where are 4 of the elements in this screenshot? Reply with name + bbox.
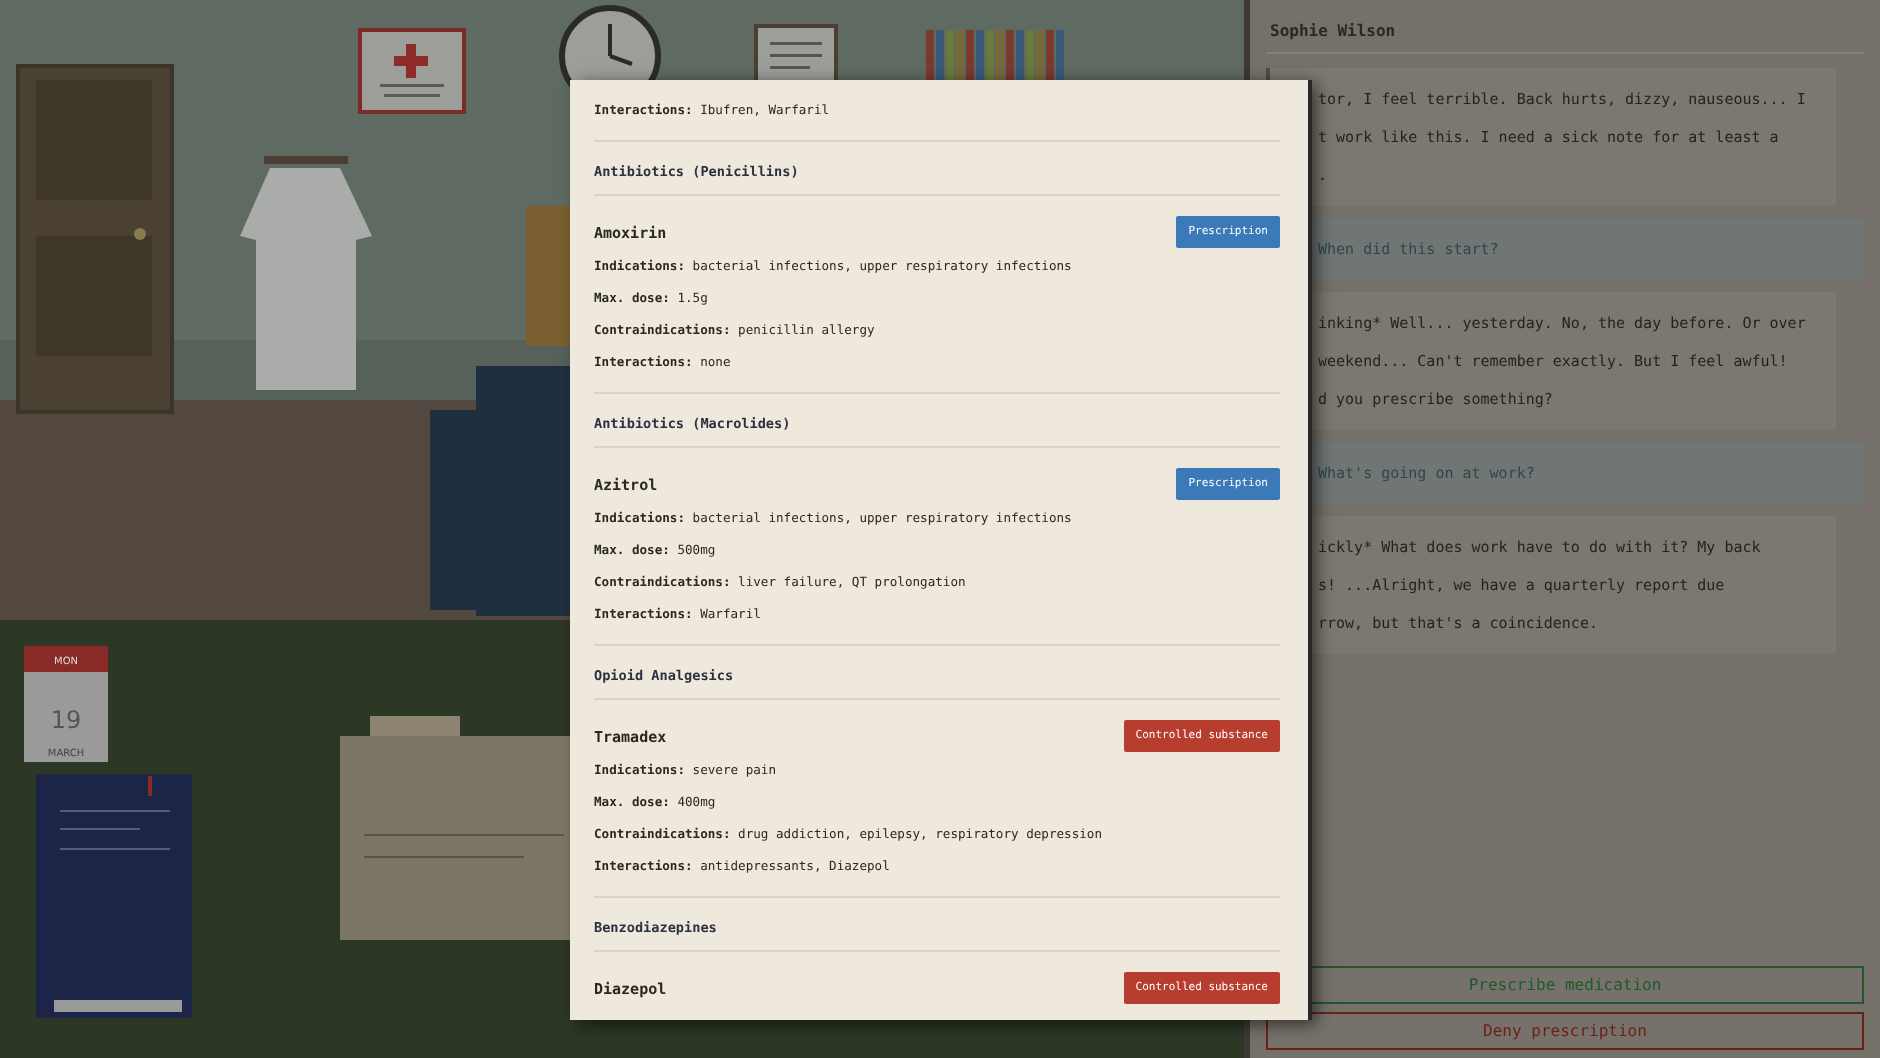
deny-button[interactable]: Deny prescription	[1266, 1012, 1864, 1050]
medical-sign-drawing	[358, 28, 466, 114]
patient-name: Sophie Wilson	[1266, 16, 1864, 54]
calendar-day: 19	[50, 706, 82, 734]
